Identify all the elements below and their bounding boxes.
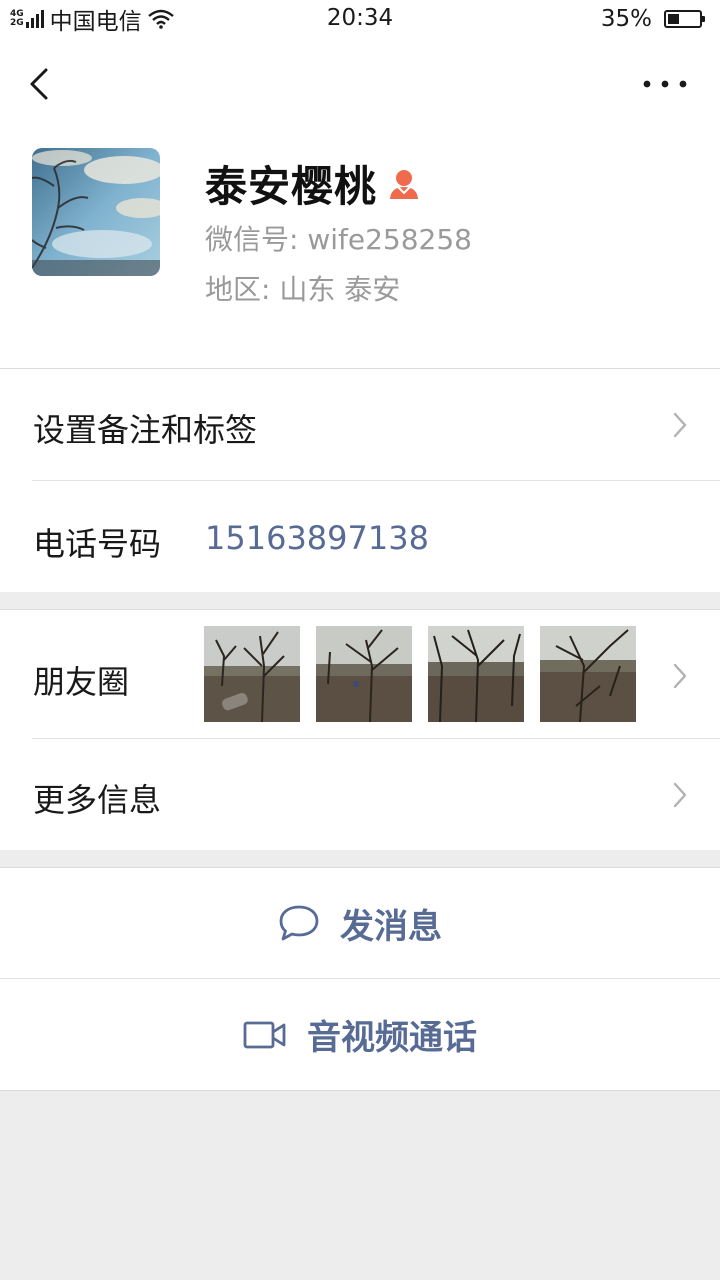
moments-photo: [316, 626, 412, 722]
moments-photo: [204, 626, 300, 722]
more-info-label: 更多信息: [33, 781, 162, 819]
more-button[interactable]: [640, 72, 690, 96]
chevron-left-icon: [30, 68, 48, 100]
video-call-label: 音视频通话: [307, 1018, 477, 1058]
battery-fill: [668, 14, 679, 24]
phone-row: 电话号码 15163897138: [0, 481, 720, 592]
moments-photo: [540, 626, 636, 722]
profile-header: 泰安樱桃 微信号: wife258258 地区: 山东 泰安: [0, 38, 720, 368]
divider: [0, 1090, 720, 1091]
avatar[interactable]: [32, 148, 160, 276]
battery-percent: 35%: [600, 6, 652, 32]
video-call-button[interactable]: 音视频通话: [0, 979, 720, 1090]
phone-number-link[interactable]: 15163897138: [205, 519, 429, 557]
female-gender-icon: [390, 169, 419, 199]
back-button[interactable]: [22, 62, 62, 106]
wechat-id: 微信号: wife258258: [205, 223, 472, 256]
remark-tags-label: 设置备注和标签: [33, 411, 258, 449]
chevron-right-icon: [673, 663, 687, 689]
battery-icon: [664, 10, 705, 28]
more-info-row[interactable]: 更多信息: [0, 739, 720, 850]
moments-label: 朋友圈: [33, 663, 130, 701]
more-dots-icon: [643, 80, 687, 88]
chevron-right-icon: [673, 412, 687, 438]
remark-tags-row[interactable]: 设置备注和标签: [0, 368, 720, 481]
nickname-row: 泰安樱桃: [205, 153, 421, 214]
chat-bubble-icon: [279, 905, 319, 941]
moments-row[interactable]: 朋友圈: [0, 609, 720, 739]
send-message-button[interactable]: 发消息: [0, 867, 720, 978]
send-message-label: 发消息: [340, 906, 442, 947]
status-right: 35%: [600, 5, 705, 33]
chevron-right-icon: [673, 782, 687, 808]
moments-photo: [428, 626, 524, 722]
region: 地区: 山东 泰安: [205, 273, 401, 306]
video-camera-icon: [243, 1021, 286, 1048]
status-bar: 4G 2G 中国电信 20:34 35%: [0, 0, 720, 38]
phone-label: 电话号码: [33, 525, 162, 563]
avatar-image: [32, 148, 160, 276]
nickname: 泰安樱桃: [205, 162, 378, 211]
